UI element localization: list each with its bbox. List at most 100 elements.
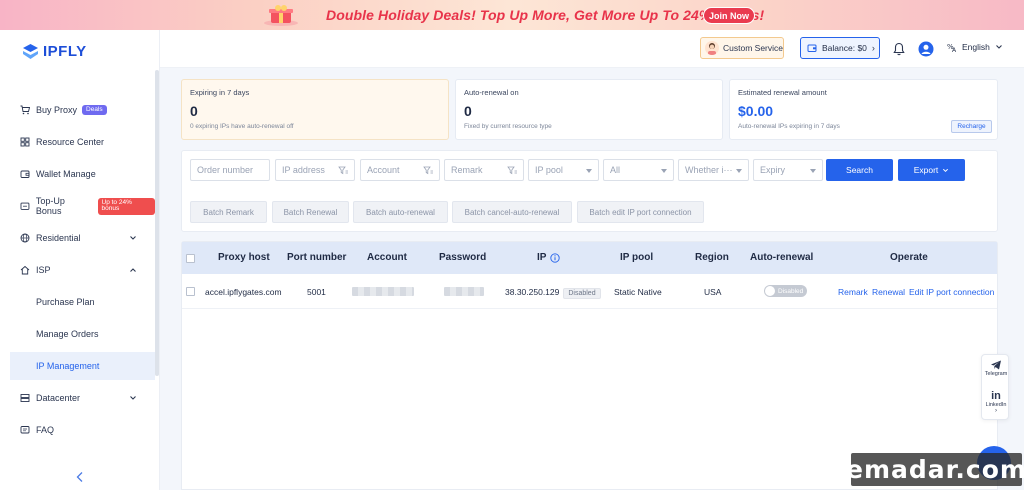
wallet-icon	[807, 44, 817, 52]
sidebar-scrollbar[interactable]	[155, 70, 159, 376]
col-password: Password	[439, 252, 487, 263]
sidebar-item-buy-proxy[interactable]: Buy Proxy Deals	[0, 96, 155, 124]
renewal-link[interactable]: Renewal	[872, 287, 905, 297]
watermark: emadar.com	[846, 453, 1024, 486]
card-subtext: Fixed by current resource type	[464, 123, 552, 130]
sidebar-item-label: Datacenter	[36, 393, 81, 403]
sidebar-item-resource-center[interactable]: Resource Center	[0, 128, 155, 156]
order-number-input[interactable]: Order number	[190, 159, 270, 181]
sidebar-item-manage-orders[interactable]: Manage Orders	[0, 320, 155, 348]
account-input[interactable]: Account	[360, 159, 440, 181]
select-all-checkbox[interactable]	[186, 254, 195, 263]
language-selector[interactable]: % A English	[947, 41, 1003, 53]
edit-ip-port-link[interactable]: Edit IP port connection	[909, 287, 994, 297]
col-region: Region	[695, 252, 729, 263]
sidebar-item-label: Manage Orders	[36, 329, 99, 339]
remark-link[interactable]: Remark	[838, 287, 868, 297]
sidebar-item-datacenter[interactable]: Datacenter	[0, 384, 155, 412]
sidebar-item-label: FAQ	[36, 425, 55, 435]
ip-address-input[interactable]: IP address	[275, 159, 355, 181]
caret-down-icon	[810, 169, 816, 173]
service-avatar-icon	[705, 41, 719, 55]
ip-address-placeholder: IP address	[282, 165, 325, 175]
batch-cancel-auto-renewal-button[interactable]: Batch cancel-auto-renewal	[452, 201, 572, 223]
expiry-select[interactable]: Expiry	[753, 159, 823, 181]
card-label: Auto-renewal on	[464, 88, 519, 97]
top-header: Custom Service Balance: $0 › % A English	[160, 30, 1024, 68]
password-redacted	[444, 287, 484, 296]
logo[interactable]: IPFLY	[22, 40, 87, 62]
balance-label: Balance: $0	[822, 43, 867, 53]
card-subtext: Auto-renewal IPs expiring in 7 days	[738, 123, 840, 130]
sidebar-item-faq[interactable]: FAQ	[0, 416, 155, 444]
coupon-icon	[20, 202, 30, 210]
custom-service-button[interactable]: Custom Service	[700, 37, 784, 59]
sidebar: IPFLY Buy Proxy Deals Resource Center Wa…	[0, 30, 160, 490]
export-button[interactable]: Export	[898, 159, 965, 181]
telegram-icon	[991, 360, 1001, 370]
sidebar-item-label: Purchase Plan	[36, 297, 95, 307]
chevron-up-icon	[130, 268, 136, 272]
batch-auto-renewal-button[interactable]: Batch auto-renewal	[353, 201, 448, 223]
ip-cell: 38.30.250.129 Disabled	[505, 287, 601, 299]
card-value: 0	[464, 103, 472, 119]
caret-down-icon	[586, 169, 592, 173]
batch-filter-icon[interactable]	[338, 165, 349, 176]
linkedin-icon: in	[991, 390, 1001, 402]
sidebar-item-label: Top-Up Bonus	[35, 196, 65, 216]
ip-value: 38.30.250.129	[505, 287, 560, 297]
sidebar-item-label: Residential	[36, 233, 81, 243]
whether-placeholder: Whether i···	[685, 165, 733, 175]
batch-remark-button[interactable]: Batch Remark	[190, 201, 267, 223]
sidebar-item-label: Buy Proxy	[36, 105, 78, 115]
home-icon	[20, 265, 30, 275]
ip-pool-cell: Static Native	[614, 287, 662, 297]
social-float-panel: Telegram in LinkedIn ›	[981, 354, 1009, 420]
sidebar-item-residential[interactable]: Residential	[0, 224, 155, 252]
sidebar-item-label: Resource Center	[36, 137, 105, 147]
info-icon[interactable]	[550, 253, 560, 263]
col-auto-renewal: Auto-renewal	[750, 252, 814, 263]
cart-icon	[20, 105, 30, 115]
telegram-button[interactable]: Telegram	[982, 359, 1010, 377]
sidebar-item-top-up-bonus[interactable]: Top-Up Bonus Up to 24% bonus	[0, 192, 155, 220]
search-button[interactable]: Search	[826, 159, 893, 181]
collapse-sidebar-icon[interactable]	[75, 471, 85, 483]
balance-button[interactable]: Balance: $0 ›	[800, 37, 880, 59]
ip-pool-select[interactable]: IP pool	[528, 159, 599, 181]
sidebar-item-isp[interactable]: ISP	[0, 256, 155, 284]
region-cell: USA	[704, 287, 722, 297]
toggle-label: Disabled	[778, 287, 804, 295]
sidebar-item-purchase-plan[interactable]: Purchase Plan	[0, 288, 155, 316]
col-account: Account	[367, 252, 407, 263]
card-value: $0.00	[738, 103, 774, 119]
recharge-button[interactable]: Recharge	[951, 120, 992, 133]
sidebar-item-label: IP Management	[36, 361, 100, 371]
row-checkbox[interactable]	[186, 287, 195, 296]
batch-filter-icon[interactable]	[507, 165, 518, 176]
auto-renewal-toggle[interactable]: Disabled	[764, 285, 807, 297]
bell-icon[interactable]	[892, 42, 906, 56]
remark-input[interactable]: Remark	[444, 159, 524, 181]
sidebar-item-wallet-manage[interactable]: Wallet Manage	[0, 160, 155, 188]
batch-filter-icon[interactable]	[423, 165, 434, 176]
remark-placeholder: Remark	[451, 165, 483, 175]
join-now-button[interactable]: Join Now	[703, 7, 755, 24]
language-label: English	[962, 42, 990, 52]
col-operate: Operate	[890, 252, 928, 263]
sidebar-item-ip-management[interactable]: IP Management	[10, 352, 155, 380]
batch-edit-ip-port-button[interactable]: Batch edit IP port connection	[577, 201, 704, 223]
chevron-down-icon	[130, 396, 136, 400]
globe-icon	[20, 233, 30, 243]
gift-icon	[264, 5, 298, 26]
account-placeholder: Account	[367, 165, 400, 175]
server-icon	[20, 394, 30, 402]
linkedin-button[interactable]: in LinkedIn ›	[982, 390, 1010, 414]
chevron-down-icon	[943, 168, 949, 172]
batch-renewal-button[interactable]: Batch Renewal	[272, 201, 349, 223]
user-avatar-icon[interactable]	[918, 41, 934, 57]
svg-text:A: A	[952, 47, 957, 53]
whether-select[interactable]: Whether i···	[678, 159, 749, 181]
table-row: accel.ipflygates.com 5001 38.30.250.129 D…	[182, 274, 997, 309]
all-select[interactable]: All	[603, 159, 674, 181]
